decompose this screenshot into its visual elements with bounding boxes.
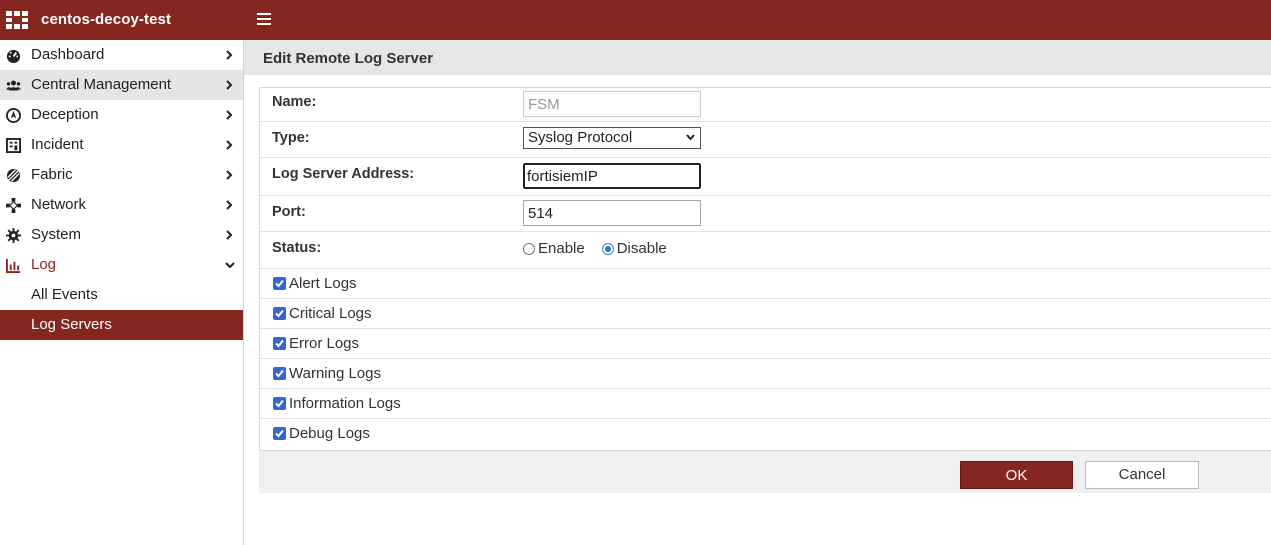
sidebar-subitem-label: Log Servers: [31, 316, 112, 333]
log-server-address-input[interactable]: [523, 163, 701, 189]
dashboard-gauge-icon: [6, 49, 21, 63]
type-row: Type: Syslog Protocol: [260, 122, 1271, 158]
chevron-right-icon: [226, 170, 233, 180]
type-select[interactable]: Syslog Protocol: [523, 127, 701, 149]
sidebar-item-label: System: [31, 226, 82, 243]
chevron-down-icon: [225, 262, 235, 269]
incident-icon: [6, 138, 21, 153]
sidebar-subitem-log-servers[interactable]: Log Servers: [0, 310, 243, 340]
warning-logs-checkbox[interactable]: [273, 367, 286, 380]
app-title: centos-decoy-test: [41, 11, 172, 28]
critical-logs-row: Critical Logs: [260, 299, 1271, 329]
status-disable-radio[interactable]: [601, 242, 614, 255]
debug-logs-label[interactable]: Debug Logs: [289, 425, 370, 442]
fortinet-logo-icon: [6, 11, 28, 29]
page-title: Edit Remote Log Server: [263, 50, 434, 67]
type-label: Type:: [272, 130, 310, 146]
status-enable-radio[interactable]: [523, 242, 535, 255]
ok-button[interactable]: OK: [960, 461, 1073, 489]
users-icon: [6, 80, 21, 91]
error-logs-row: Error Logs: [260, 329, 1271, 359]
sidebar-subitem-label: All Events: [31, 286, 98, 303]
status-disable-label[interactable]: Disable: [617, 240, 667, 257]
gear-icon: [6, 228, 21, 243]
top-bar: centos-decoy-test: [0, 0, 1271, 40]
chevron-right-icon: [226, 140, 233, 150]
name-input[interactable]: [523, 91, 701, 117]
alert-logs-label[interactable]: Alert Logs: [289, 275, 357, 292]
chevron-right-icon: [226, 50, 233, 60]
name-label: Name:: [272, 94, 317, 110]
sidebar-item-label: Incident: [31, 136, 84, 153]
name-row: Name:: [260, 88, 1271, 122]
status-enable-label[interactable]: Enable: [538, 240, 585, 257]
form-footer: OK Cancel: [259, 451, 1271, 493]
sidebar-item-fabric[interactable]: Fabric: [0, 160, 243, 190]
port-row: Port:: [260, 196, 1271, 232]
page-header: Edit Remote Log Server: [244, 40, 1271, 75]
alert-logs-row: Alert Logs: [260, 269, 1271, 299]
critical-logs-label[interactable]: Critical Logs: [289, 305, 372, 322]
sidebar-item-log[interactable]: Log: [0, 250, 243, 280]
menu-toggle-icon[interactable]: [257, 13, 271, 27]
bar-chart-icon: [6, 258, 21, 273]
status-label: Status:: [272, 240, 322, 256]
chevron-right-icon: [226, 110, 233, 120]
sidebar-item-label: Deception: [31, 106, 99, 123]
sidebar-item-incident[interactable]: Incident: [0, 130, 243, 160]
port-label: Port:: [272, 204, 306, 220]
sidebar-subitem-all-events[interactable]: All Events: [0, 280, 243, 310]
cancel-button[interactable]: Cancel: [1085, 461, 1199, 489]
sidebar-item-label: Dashboard: [31, 46, 105, 63]
sidebar-item-system[interactable]: System: [0, 220, 243, 250]
information-logs-row: Information Logs: [260, 389, 1271, 419]
type-select-value: Syslog Protocol: [528, 129, 633, 146]
chevron-right-icon: [226, 230, 233, 240]
warning-logs-label[interactable]: Warning Logs: [289, 365, 381, 382]
sidebar-item-label: Network: [31, 196, 87, 213]
chevron-down-icon: [686, 134, 695, 141]
main-content: Edit Remote Log Server Name: Type: Syslo…: [244, 40, 1271, 545]
sidebar-item-label: Log: [31, 256, 57, 273]
sidebar-item-central-management[interactable]: Central Management: [0, 70, 243, 100]
error-logs-label[interactable]: Error Logs: [289, 335, 359, 352]
debug-logs-checkbox[interactable]: [273, 427, 286, 440]
network-icon: [6, 198, 21, 213]
status-radio-group: Enable Disable: [523, 240, 684, 257]
error-logs-checkbox[interactable]: [273, 337, 286, 350]
fabric-icon: [6, 168, 21, 183]
sidebar-item-dashboard[interactable]: Dashboard: [0, 40, 243, 70]
edit-log-server-form: Name: Type: Syslog Protocol Log Server A…: [259, 87, 1271, 451]
port-input[interactable]: [523, 200, 701, 226]
sidebar: Dashboard Central Management Deception I…: [0, 40, 244, 545]
address-row: Log Server Address:: [260, 158, 1271, 196]
critical-logs-checkbox[interactable]: [273, 307, 286, 320]
information-logs-label[interactable]: Information Logs: [289, 395, 401, 412]
chevron-right-icon: [226, 80, 233, 90]
warning-logs-row: Warning Logs: [260, 359, 1271, 389]
sidebar-item-label: Central Management: [31, 76, 172, 93]
address-label: Log Server Address:: [272, 166, 415, 182]
chevron-right-icon: [226, 200, 233, 210]
debug-logs-row: Debug Logs: [260, 419, 1271, 449]
deception-icon: [6, 108, 21, 123]
sidebar-item-network[interactable]: Network: [0, 190, 243, 220]
information-logs-checkbox[interactable]: [273, 397, 286, 410]
sidebar-item-label: Fabric: [31, 166, 73, 183]
status-row: Status: Enable Disable: [260, 232, 1271, 269]
sidebar-item-deception[interactable]: Deception: [0, 100, 243, 130]
alert-logs-checkbox[interactable]: [273, 277, 286, 290]
